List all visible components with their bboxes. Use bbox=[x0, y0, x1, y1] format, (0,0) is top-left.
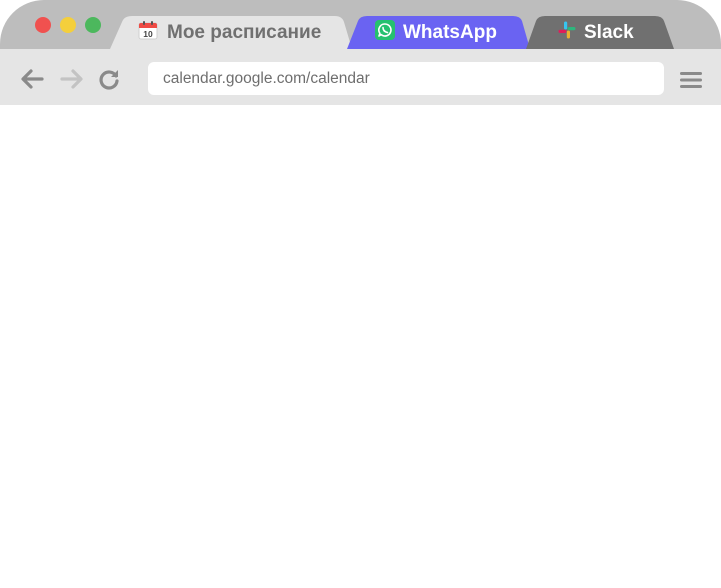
calendar-icon: 10 bbox=[138, 20, 158, 46]
back-button[interactable] bbox=[20, 68, 44, 90]
reload-icon bbox=[99, 70, 119, 90]
tab-label: Мое расписание bbox=[167, 21, 322, 43]
calendar-day-number: 10 bbox=[143, 29, 153, 39]
title-bar: 10 Мое расписание WhatsApp Slack bbox=[0, 0, 721, 49]
arrow-right-icon bbox=[60, 69, 83, 89]
forward-button[interactable] bbox=[60, 68, 84, 90]
tab-slack[interactable]: Slack bbox=[526, 16, 674, 49]
slack-icon bbox=[557, 20, 577, 46]
tab-whatsapp[interactable]: WhatsApp bbox=[347, 16, 530, 49]
url-text: calendar.google.com/calendar bbox=[163, 69, 370, 87]
minimize-button[interactable] bbox=[60, 17, 76, 33]
close-button[interactable] bbox=[35, 17, 51, 33]
page-content bbox=[0, 105, 721, 588]
tab-my-schedule[interactable]: 10 Мое расписание bbox=[110, 16, 352, 49]
toolbar: calendar.google.com/calendar bbox=[0, 49, 721, 105]
menu-button[interactable] bbox=[680, 71, 702, 89]
hamburger-menu-icon bbox=[680, 72, 702, 88]
tab-label: Slack bbox=[584, 21, 634, 43]
reload-button[interactable] bbox=[98, 68, 122, 90]
browser-window: 10 Мое расписание WhatsApp Slack calenda… bbox=[0, 0, 721, 588]
maximize-button[interactable] bbox=[85, 17, 101, 33]
address-bar[interactable]: calendar.google.com/calendar bbox=[148, 62, 664, 95]
tab-label: WhatsApp bbox=[403, 21, 497, 43]
arrow-left-icon bbox=[21, 69, 44, 89]
whatsapp-icon bbox=[375, 19, 395, 46]
